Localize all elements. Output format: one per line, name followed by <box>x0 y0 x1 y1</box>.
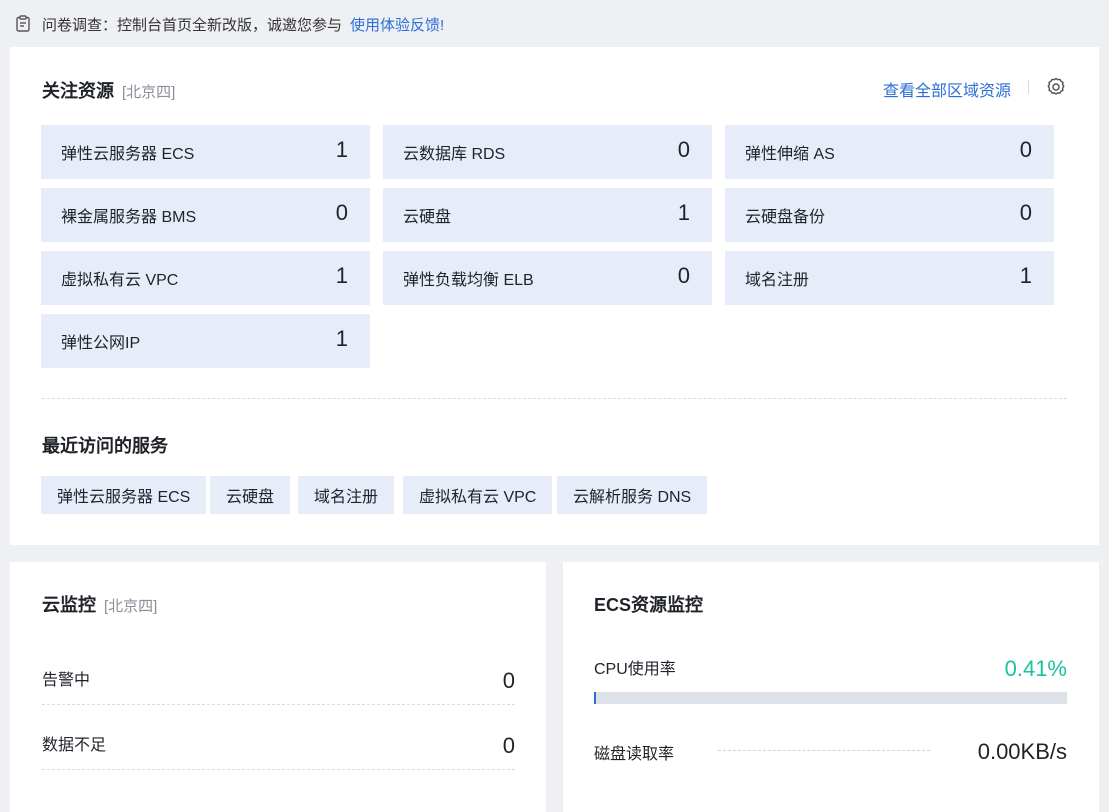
recent-title-text: 最近访问的服务 <box>42 436 168 456</box>
tile-name: 裸金属服务器 BMS <box>61 209 197 226</box>
alarm-value: 0 <box>502 668 515 693</box>
cpu-usage-fill <box>594 692 596 704</box>
cpu-usage-bar <box>594 692 1067 704</box>
notice-text: 问卷调查：控制台首页全新改版，诚邀您参与 <box>42 16 343 34</box>
tile-count: 0 <box>335 200 348 225</box>
insufficient-data-label: 数据不足 <box>42 737 107 754</box>
survey-notice: 问卷调查：控制台首页全新改版，诚邀您参与 使用体验反馈! <box>14 12 444 36</box>
ecs-monitor-title: ECS资源监控 <box>594 591 703 617</box>
monitor-region: [北京四] <box>104 598 158 615</box>
focus-resources-card: 关注资源 [北京四] 查看全部区域资源 弹性云服务器 ECS 1 云数据库 RD… <box>10 47 1099 545</box>
resource-tile-ecs[interactable]: 弹性云服务器 ECS 1 <box>41 125 370 179</box>
recent-service-vpc[interactable]: 虚拟私有云 VPC <box>403 476 553 514</box>
tile-name: 虚拟私有云 VPC <box>61 272 179 289</box>
focus-region: [北京四] <box>122 84 176 101</box>
tile-count: 1 <box>677 200 690 225</box>
disk-read-leader <box>718 750 930 751</box>
tile-name: 弹性云服务器 ECS <box>61 146 195 163</box>
resource-tile-vbs[interactable]: 云硬盘备份 0 <box>725 188 1054 242</box>
tile-name: 域名注册 <box>745 272 810 289</box>
monitor-title-text: 云监控 <box>42 595 96 615</box>
insufficient-data-value: 0 <box>502 733 515 758</box>
resource-tile-bms[interactable]: 裸金属服务器 BMS 0 <box>41 188 370 242</box>
recent-services-title: 最近访问的服务 <box>42 432 168 458</box>
tile-count: 1 <box>335 263 348 288</box>
cloud-monitor-card: 云监控 [北京四] 告警中 0 数据不足 0 <box>10 562 546 812</box>
resource-tile-domain[interactable]: 域名注册 1 <box>725 251 1054 305</box>
tile-count: 1 <box>1019 263 1032 288</box>
tile-name: 弹性伸缩 AS <box>745 146 835 163</box>
tile-name: 弹性公网IP <box>61 335 141 352</box>
feedback-link[interactable]: 使用体验反馈! <box>350 14 444 35</box>
tile-count: 0 <box>1019 137 1032 162</box>
tile-count: 1 <box>335 326 348 351</box>
cloud-monitor-title: 云监控 [北京四] <box>42 591 157 617</box>
recent-service-ecs[interactable]: 弹性云服务器 ECS <box>41 476 207 514</box>
resource-tile-as[interactable]: 弹性伸缩 AS 0 <box>725 125 1054 179</box>
resource-tile-rds[interactable]: 云数据库 RDS 0 <box>383 125 712 179</box>
recent-service-dns[interactable]: 云解析服务 DNS <box>557 476 708 514</box>
ecs-title-text: ECS资源监控 <box>594 595 704 615</box>
disk-read-value: 0.00KB/s <box>977 739 1067 764</box>
tile-count: 1 <box>335 137 348 162</box>
recent-service-evs[interactable]: 云硬盘 <box>210 476 291 514</box>
tile-count: 0 <box>677 263 690 288</box>
tile-name: 云数据库 RDS <box>403 146 506 163</box>
ecs-monitor-card: ECS资源监控 CPU使用率 0.41% 磁盘读取率 0.00KB/s <box>563 562 1099 812</box>
alarm-label: 告警中 <box>42 672 91 689</box>
header-divider <box>1028 80 1029 94</box>
resource-tile-eip[interactable]: 弹性公网IP 1 <box>41 314 370 368</box>
resource-tile-vpc[interactable]: 虚拟私有云 VPC 1 <box>41 251 370 305</box>
resource-tile-elb[interactable]: 弹性负载均衡 ELB 0 <box>383 251 712 305</box>
focus-title-text: 关注资源 <box>42 81 114 101</box>
section-divider <box>42 398 1067 399</box>
cpu-usage-label: CPU使用率 <box>594 661 676 678</box>
cpu-usage-value: 0.41% <box>1004 656 1067 681</box>
resource-tile-evs[interactable]: 云硬盘 1 <box>383 188 712 242</box>
focus-resources-title: 关注资源 [北京四] <box>42 77 175 103</box>
alarm-row[interactable]: 告警中 0 <box>42 645 515 705</box>
tile-count: 0 <box>1019 200 1032 225</box>
tile-count: 0 <box>677 137 690 162</box>
disk-read-label: 磁盘读取率 <box>594 746 675 763</box>
tile-name: 弹性负载均衡 ELB <box>403 272 534 289</box>
tile-name: 云硬盘备份 <box>745 209 826 226</box>
clipboard-icon <box>16 15 30 32</box>
gear-icon[interactable] <box>1045 76 1067 98</box>
tile-name: 云硬盘 <box>403 209 452 226</box>
view-all-regions-link[interactable]: 查看全部区域资源 <box>883 77 1011 101</box>
recent-service-domain[interactable]: 域名注册 <box>298 476 395 514</box>
insufficient-data-row[interactable]: 数据不足 0 <box>42 710 515 770</box>
